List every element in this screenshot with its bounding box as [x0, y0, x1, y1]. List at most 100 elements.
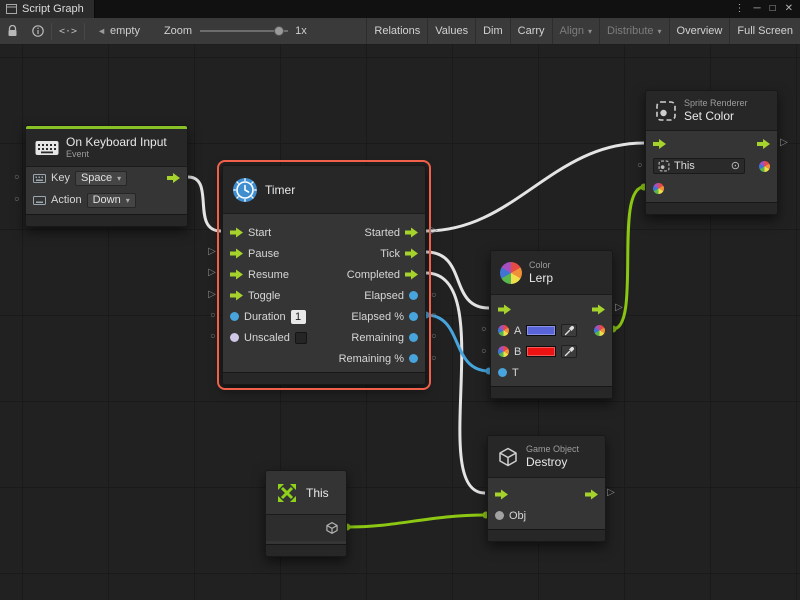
node-header[interactable]: On Keyboard Input Event — [26, 129, 187, 167]
breadcrumb[interactable]: empty — [110, 25, 158, 37]
relations-button[interactable]: Relations — [366, 18, 427, 44]
wire-this-to-destroy-obj[interactable] — [347, 515, 486, 527]
unscaled-checkbox[interactable] — [295, 332, 307, 344]
renderer-out-port[interactable] — [759, 161, 770, 172]
fullscreen-button[interactable]: Full Screen — [729, 18, 800, 44]
external-value-port[interactable]: ○ — [481, 347, 486, 356]
eyedropper-icon[interactable] — [561, 345, 577, 358]
external-value-port[interactable]: ○ — [14, 195, 19, 204]
external-flow-port[interactable]: ▷ — [208, 268, 216, 278]
tab-script-graph[interactable]: Script Graph — [0, 0, 95, 18]
flow-out-port[interactable] — [585, 489, 598, 500]
set-color-node[interactable]: Sprite Renderer Set Color Th — [645, 90, 778, 215]
window-controls: ⋮ ─ □ ✕ — [734, 0, 800, 18]
timer-node[interactable]: Timer Start Started Pause Tick — [222, 165, 426, 385]
flow-out-port[interactable] — [592, 304, 605, 315]
connections-icon[interactable]: <·> — [52, 18, 84, 44]
node-header[interactable]: Sprite Renderer Set Color — [646, 91, 777, 131]
color-a-swatch[interactable] — [526, 325, 556, 336]
external-value-port[interactable]: ○ — [210, 311, 215, 320]
external-value-port[interactable]: ○ — [431, 332, 436, 341]
remaining-pct-out-port[interactable] — [409, 354, 418, 363]
wire-keyboard-to-timer-start[interactable] — [188, 177, 221, 231]
external-value-port[interactable]: ○ — [431, 311, 436, 320]
completed-out-port[interactable] — [405, 269, 418, 280]
maximize-button[interactable]: □ — [770, 4, 776, 14]
info-icon[interactable] — [25, 18, 51, 44]
node-header[interactable]: Color Lerp — [491, 251, 612, 295]
external-flow-port[interactable]: ▷ — [208, 290, 216, 300]
external-value-port[interactable]: ○ — [431, 354, 436, 363]
external-flow-port[interactable]: ▷ — [615, 303, 623, 313]
zoom-slider-handle[interactable] — [274, 26, 284, 36]
dim-button[interactable]: Dim — [475, 18, 510, 44]
target-field[interactable]: This ⊙ — [653, 158, 745, 174]
close-button[interactable]: ✕ — [785, 4, 793, 14]
started-out-port[interactable] — [405, 227, 418, 238]
key-dropdown[interactable]: Space ▾ — [75, 171, 127, 186]
color-b-swatch[interactable] — [526, 346, 556, 357]
distribute-button[interactable]: Distribute ▾ — [599, 18, 668, 44]
wire-timer-elapsedpct-to-lerp-t[interactable] — [426, 315, 489, 371]
tick-out-port[interactable] — [405, 248, 418, 259]
eyedropper-icon[interactable] — [561, 324, 577, 337]
wire-timer-completed-to-destroy[interactable] — [426, 273, 485, 493]
remaining-out-port[interactable] — [409, 333, 418, 342]
external-value-port[interactable]: ○ — [210, 332, 215, 341]
lock-icon[interactable] — [0, 18, 25, 44]
color-lerp-node[interactable]: Color Lerp A — [490, 250, 613, 399]
on-keyboard-input-node[interactable]: On Keyboard Input Event Key Space ▾ — [25, 125, 188, 227]
external-flow-port[interactable]: ▷ — [208, 247, 216, 257]
color-in-port[interactable] — [653, 183, 664, 194]
unscaled-in-port[interactable] — [230, 333, 239, 342]
pause-in-port[interactable] — [230, 248, 243, 259]
resume-in-port[interactable] — [230, 269, 243, 280]
t-in-port[interactable] — [498, 368, 507, 377]
flow-in-port[interactable] — [495, 489, 508, 500]
external-value-port[interactable]: ○ — [637, 161, 642, 170]
minimize-button[interactable]: ─ — [753, 4, 760, 14]
action-dropdown[interactable]: Down ▾ — [87, 193, 136, 208]
keycode-port-icon[interactable] — [33, 174, 46, 183]
overview-button[interactable]: Overview — [669, 18, 730, 44]
node-footer — [266, 544, 346, 556]
node-header[interactable]: Game Object Destroy — [488, 436, 605, 478]
duration-in-port[interactable] — [230, 312, 239, 321]
breadcrumb-back-icon[interactable]: ◄ — [85, 26, 110, 36]
external-value-port[interactable]: ○ — [14, 173, 19, 182]
external-value-port[interactable]: ○ — [481, 325, 486, 334]
toggle-in-port[interactable] — [230, 290, 243, 301]
obj-in-port[interactable] — [495, 511, 504, 520]
elapsed-out-port[interactable] — [409, 291, 418, 300]
wire-timer-started-to-setcolor[interactable] — [426, 143, 644, 231]
window-menu-icon[interactable]: ⋮ — [734, 4, 744, 14]
carry-button[interactable]: Carry — [510, 18, 552, 44]
external-value-port[interactable]: ○ — [431, 291, 436, 300]
elapsed-pct-out-port[interactable] — [409, 312, 418, 321]
start-in-port[interactable] — [230, 227, 243, 238]
flow-out-port[interactable] — [757, 139, 770, 150]
node-header[interactable]: Timer — [223, 166, 425, 214]
script-graph-icon — [6, 4, 17, 14]
gameobject-out-port[interactable] — [325, 521, 339, 535]
action-port-icon[interactable] — [33, 196, 46, 205]
object-picker-icon[interactable]: ⊙ — [731, 161, 740, 172]
align-button[interactable]: Align ▾ — [552, 18, 599, 44]
graph-canvas[interactable]: On Keyboard Input Event Key Space ▾ — [0, 45, 800, 600]
external-flow-port[interactable]: ▷ — [430, 226, 438, 236]
flow-in-port[interactable] — [498, 304, 511, 315]
color-b-in-port[interactable] — [498, 346, 509, 357]
values-button[interactable]: Values — [427, 18, 475, 44]
external-flow-port[interactable]: ▷ — [780, 138, 788, 148]
node-header[interactable]: This — [266, 471, 346, 514]
wire-timer-tick-to-lerp[interactable] — [426, 252, 489, 308]
flow-in-port[interactable] — [653, 139, 666, 150]
color-a-in-port[interactable] — [498, 325, 509, 336]
destroy-node[interactable]: Game Object Destroy Obj — [487, 435, 606, 542]
duration-field[interactable]: 1 — [291, 310, 306, 324]
zoom-slider[interactable] — [200, 25, 288, 37]
this-node[interactable]: This — [265, 470, 347, 557]
trigger-out-port[interactable] — [167, 173, 180, 184]
external-flow-port[interactable]: ▷ — [607, 488, 615, 498]
color-out-port[interactable] — [594, 325, 605, 336]
